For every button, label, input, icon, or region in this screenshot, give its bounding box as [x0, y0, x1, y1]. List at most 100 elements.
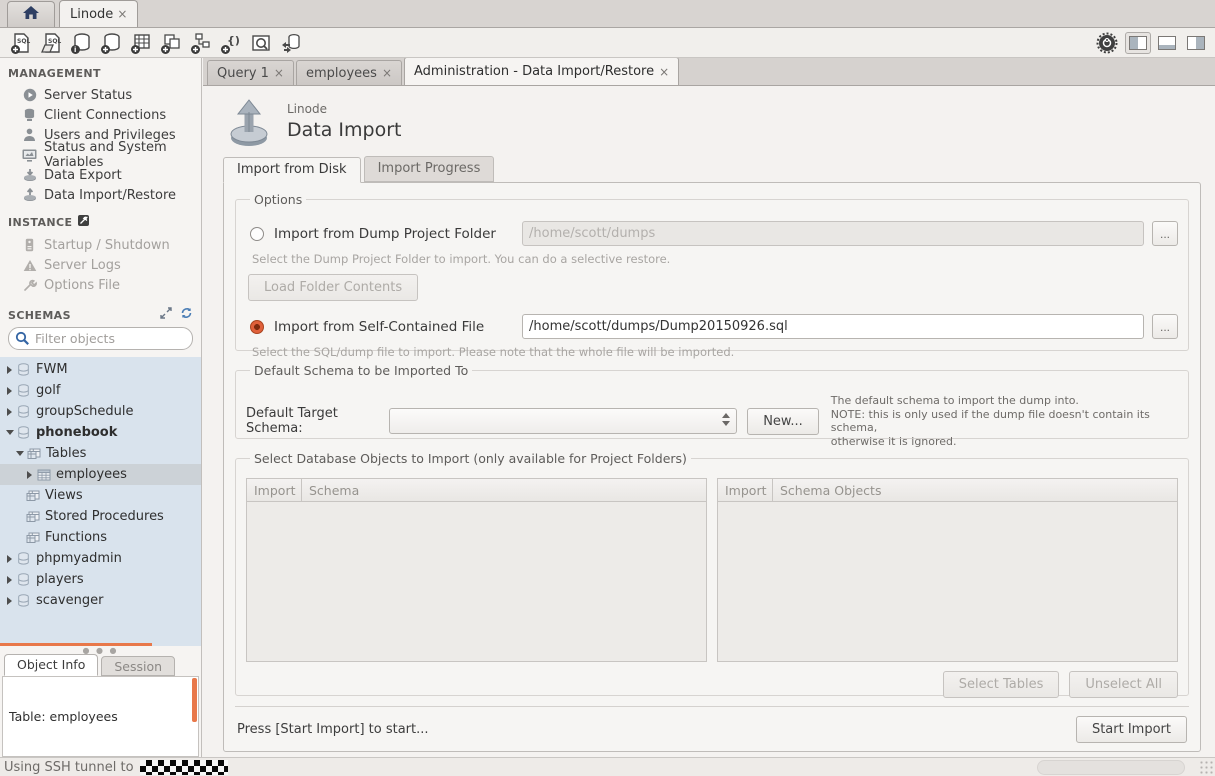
sidebar-item-client-connections[interactable]: Client Connections [0, 105, 201, 125]
refresh-schemas-icon[interactable] [180, 307, 193, 323]
chevron-down-icon[interactable] [4, 430, 15, 435]
svg-text:SQL: SQL [17, 38, 30, 45]
import-status-text: Press [Start Import] to start... [237, 722, 429, 737]
tab-administration-data-import[interactable]: Administration - Data Import/Restore × [404, 58, 679, 85]
open-sql-file-icon[interactable]: SQL [36, 30, 66, 56]
schema-icon [15, 405, 32, 418]
client-connections-icon [22, 108, 37, 122]
create-table-icon[interactable] [126, 30, 156, 56]
sidebar-item-data-import-restore[interactable]: Data Import/Restore [0, 185, 201, 205]
tree-item-stored-procedures[interactable]: Stored Procedures [0, 506, 201, 527]
schema-icon [15, 384, 32, 397]
schemas-import-table[interactable]: Import Schema [246, 478, 707, 662]
tree-item-tables[interactable]: Tables [0, 443, 201, 464]
tree-item-views[interactable]: Views [0, 485, 201, 506]
select-tables-button[interactable]: Select Tables [943, 671, 1060, 698]
self-contained-file-path-input[interactable] [522, 314, 1144, 339]
vertical-scrollbar[interactable] [192, 678, 197, 722]
select-objects-group: Select Database Objects to Import (only … [235, 451, 1189, 696]
tab-query-1[interactable]: Query 1 × [207, 60, 294, 85]
expand-panel-icon[interactable] [160, 307, 172, 323]
sidebar-item-startup-shutdown[interactable]: Startup / Shutdown [0, 235, 201, 255]
sidebar-item-options-file[interactable]: Options File [0, 275, 201, 295]
sidebar-item-server-logs[interactable]: Server Logs [0, 255, 201, 275]
close-icon[interactable]: × [274, 66, 284, 80]
sidebar-item-server-status[interactable]: Server Status [0, 85, 201, 105]
resize-grip-icon[interactable] [1199, 760, 1213, 774]
new-sql-tab-icon[interactable]: SQL [6, 30, 36, 56]
create-view-icon[interactable] [156, 30, 186, 56]
create-schema-icon[interactable] [96, 30, 126, 56]
sidebar-item-status-system-variables[interactable]: Status and System Variables [0, 145, 201, 165]
start-import-button[interactable]: Start Import [1076, 716, 1187, 743]
tree-item-schema[interactable]: scavenger [0, 590, 201, 611]
default-schema-help: The default schema to import the dump in… [831, 394, 1178, 448]
new-schema-button[interactable]: New... [747, 408, 819, 435]
close-icon[interactable]: × [659, 65, 669, 79]
schema-icon [15, 426, 32, 439]
connection-tab-linode[interactable]: Linode × [59, 0, 138, 27]
toggle-bottom-panel-icon[interactable] [1154, 32, 1180, 54]
home-tab[interactable] [7, 1, 55, 27]
functions-folder-icon [24, 532, 41, 544]
sidebar-item-label: Data Export [44, 168, 122, 183]
connection-tab-bar: Linode × [0, 0, 1215, 28]
info-tab-bar: Object Info Session [0, 654, 201, 676]
tab-import-progress[interactable]: Import Progress [364, 156, 495, 182]
filter-objects-input[interactable] [8, 327, 193, 350]
chevron-right-icon[interactable] [4, 366, 15, 374]
tree-item-schema[interactable]: groupSchedule [0, 401, 201, 422]
browse-folder-button[interactable]: ... [1152, 221, 1178, 246]
create-procedure-icon[interactable] [186, 30, 216, 56]
table-icon [35, 469, 52, 481]
default-schema-group: Default Schema to be Imported To Default… [235, 363, 1189, 439]
create-function-icon[interactable]: {) [216, 30, 246, 56]
management-section-title: MANAGEMENT [8, 67, 201, 80]
radio-dump-project-folder[interactable] [250, 227, 264, 241]
dump-folder-path-input[interactable] [522, 221, 1144, 246]
tree-item-schema[interactable]: FWM [0, 359, 201, 380]
radio-self-contained-file[interactable] [250, 320, 264, 334]
import-footer: Press [Start Import] to start... Start I… [235, 706, 1189, 743]
tab-object-info[interactable]: Object Info [4, 654, 98, 676]
procedures-folder-icon [24, 511, 41, 523]
tree-item-schema[interactable]: phpmyadmin [0, 548, 201, 569]
schema-objects-import-table[interactable]: Import Schema Objects [717, 478, 1178, 662]
close-icon[interactable]: × [382, 66, 392, 80]
search-data-icon[interactable] [246, 30, 276, 56]
sidebar-item-label: Startup / Shutdown [44, 238, 170, 253]
svg-text:{): {) [227, 34, 240, 47]
default-target-schema-select[interactable] [389, 408, 737, 434]
dump-folder-help: Select the Dump Project Folder to import… [252, 252, 1178, 266]
tree-item-schema[interactable]: golf [0, 380, 201, 401]
tree-item-schema-phonebook[interactable]: phonebook [0, 422, 201, 443]
chevron-right-icon[interactable] [4, 408, 15, 416]
chevron-right-icon[interactable] [24, 471, 35, 479]
horizontal-scrollbar[interactable] [0, 643, 152, 646]
splitter-handle[interactable]: ● ● ● [0, 646, 201, 654]
spinner-arrows-icon[interactable] [722, 413, 730, 426]
reconnect-database-icon[interactable] [276, 30, 306, 56]
navigator-sidebar: MANAGEMENT Server Status Client Connecti… [0, 58, 202, 757]
chevron-right-icon[interactable] [4, 597, 15, 605]
chevron-right-icon[interactable] [4, 576, 15, 584]
server-logs-icon [22, 259, 37, 272]
toggle-left-sidebar-icon[interactable] [1125, 32, 1151, 54]
browse-file-button[interactable]: ... [1152, 314, 1178, 339]
tab-label: Query 1 [217, 66, 269, 81]
schema-inspector-icon[interactable]: i [66, 30, 96, 56]
tab-session[interactable]: Session [101, 656, 175, 676]
tree-item-schema[interactable]: players [0, 569, 201, 590]
tree-item-table-employees[interactable]: employees [0, 464, 201, 485]
tab-import-from-disk[interactable]: Import from Disk [223, 157, 361, 183]
chevron-down-icon[interactable] [14, 451, 25, 456]
connection-status-icon [1092, 30, 1122, 56]
unselect-all-button[interactable]: Unselect All [1069, 671, 1178, 698]
tree-item-functions[interactable]: Functions [0, 527, 201, 548]
chevron-right-icon[interactable] [4, 555, 15, 563]
tab-employees[interactable]: employees × [296, 60, 402, 85]
toggle-right-sidebar-icon[interactable] [1183, 32, 1209, 54]
close-icon[interactable]: × [117, 7, 127, 21]
chevron-right-icon[interactable] [4, 387, 15, 395]
load-folder-contents-button[interactable]: Load Folder Contents [248, 274, 418, 301]
